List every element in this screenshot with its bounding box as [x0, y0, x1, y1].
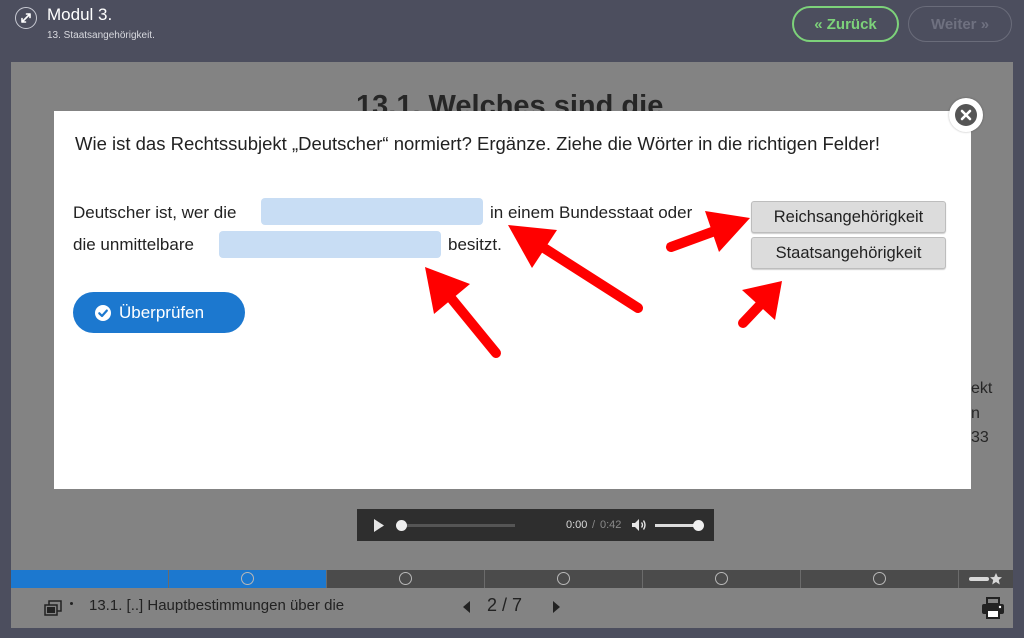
annotation-arrow-icon — [425, 267, 501, 358]
annotation-arrows — [425, 211, 782, 358]
annotation-arrow-icon — [508, 225, 643, 313]
annotation-arrow-icon — [666, 211, 750, 252]
annotation-arrow-icon — [738, 281, 782, 328]
